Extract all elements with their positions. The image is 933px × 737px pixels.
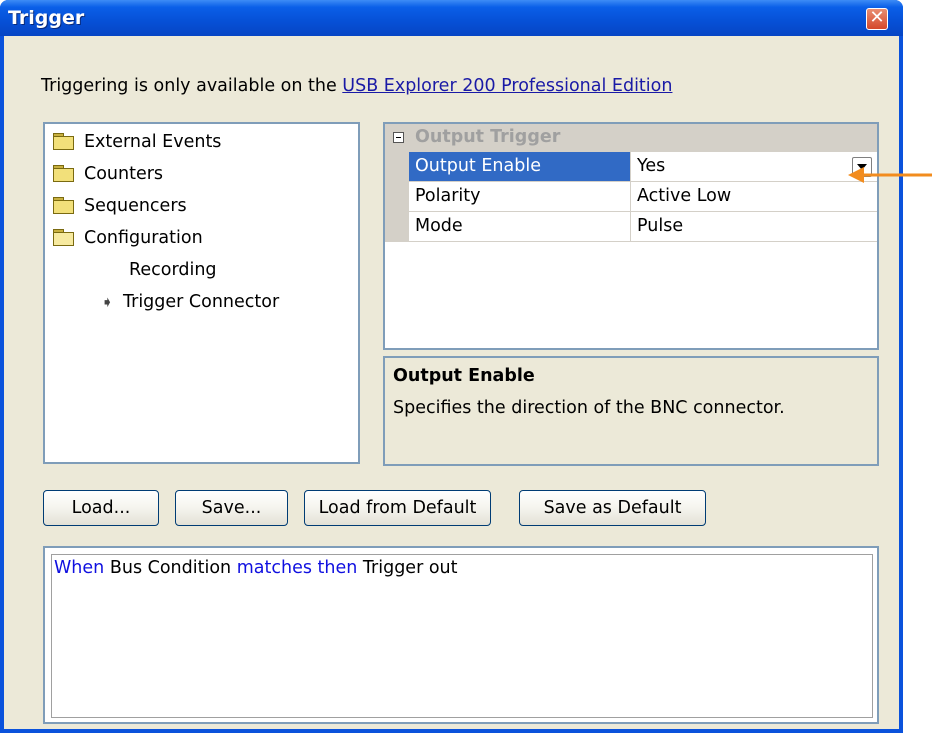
property-name[interactable]: Mode	[409, 212, 631, 242]
edition-link[interactable]: USB Explorer 200 Professional Edition	[342, 76, 672, 96]
property-category: Output Trigger	[385, 124, 877, 152]
edition-info: Triggering is only available on the USB …	[41, 76, 672, 96]
expression-text[interactable]: When Bus Condition matches then Trigger …	[51, 554, 873, 718]
tree-item-external-events[interactable]: External Events	[53, 132, 221, 152]
edition-info-text: Triggering is only available on the	[41, 76, 343, 96]
trigger-window: Trigger ✕ Triggering is only available o…	[0, 0, 903, 733]
trigger-expression-editor[interactable]: When Bus Condition matches then Trigger …	[43, 546, 879, 724]
keyword-when[interactable]: When	[54, 558, 104, 578]
save-default-button[interactable]: Save as Default	[519, 490, 706, 526]
property-name[interactable]: Polarity	[409, 182, 631, 212]
keyword-matches-then[interactable]: matches then	[237, 558, 358, 578]
tree-item-label: Recording	[129, 260, 217, 280]
tree-item-trigger-connector[interactable]: ➧ Trigger Connector	[101, 292, 279, 312]
tree-item-counters[interactable]: Counters	[53, 164, 163, 184]
folder-open-icon	[53, 229, 74, 246]
tree-item-label: Sequencers	[84, 196, 187, 216]
property-value[interactable]: Pulse	[631, 212, 877, 242]
trigger-tree[interactable]: External Events Counters Sequencers Conf…	[43, 122, 360, 464]
property-value[interactable]: Yes	[631, 152, 877, 182]
folder-icon	[53, 197, 74, 214]
tree-item-label: Counters	[84, 164, 164, 184]
folder-icon	[53, 165, 74, 182]
property-row-mode[interactable]: Mode Pulse	[385, 212, 877, 242]
description-text: Specifies the direction of the BNC conne…	[393, 398, 785, 418]
collapse-icon[interactable]	[393, 132, 404, 143]
tree-item-recording[interactable]: Recording	[129, 260, 217, 280]
save-button[interactable]: Save...	[175, 490, 288, 526]
property-grid[interactable]: Output Trigger Output Enable Yes Polarit…	[383, 122, 879, 350]
tree-item-sequencers[interactable]: Sequencers	[53, 196, 187, 216]
property-row-polarity[interactable]: Polarity Active Low	[385, 182, 877, 212]
arrow-right-icon: ➧	[101, 293, 114, 311]
action-trigger-out[interactable]: Trigger out	[363, 558, 458, 578]
load-default-button[interactable]: Load from Default	[304, 490, 491, 526]
dialog-body: Triggering is only available on the USB …	[4, 36, 899, 729]
tree-item-label: Configuration	[84, 228, 203, 248]
tree-item-configuration[interactable]: Configuration	[53, 228, 203, 248]
property-category-label: Output Trigger	[415, 127, 561, 147]
close-button[interactable]: ✕	[866, 7, 888, 30]
property-row-output-enable[interactable]: Output Enable Yes	[385, 152, 877, 182]
description-title: Output Enable	[393, 366, 535, 386]
tree-item-label: Trigger Connector	[123, 292, 280, 312]
folder-icon	[53, 133, 74, 150]
property-description: Output Enable Specifies the direction of…	[383, 356, 879, 466]
title-bar[interactable]: Trigger ✕	[0, 0, 903, 36]
close-icon: ✕	[869, 7, 885, 28]
load-button[interactable]: Load...	[43, 490, 159, 526]
window-title: Trigger	[8, 7, 85, 29]
annotation-arrow-icon	[848, 167, 932, 183]
property-value[interactable]: Active Low	[631, 182, 877, 212]
condition-bus[interactable]: Bus Condition	[110, 558, 231, 578]
tree-item-label: External Events	[84, 132, 222, 152]
property-name[interactable]: Output Enable	[409, 152, 631, 182]
